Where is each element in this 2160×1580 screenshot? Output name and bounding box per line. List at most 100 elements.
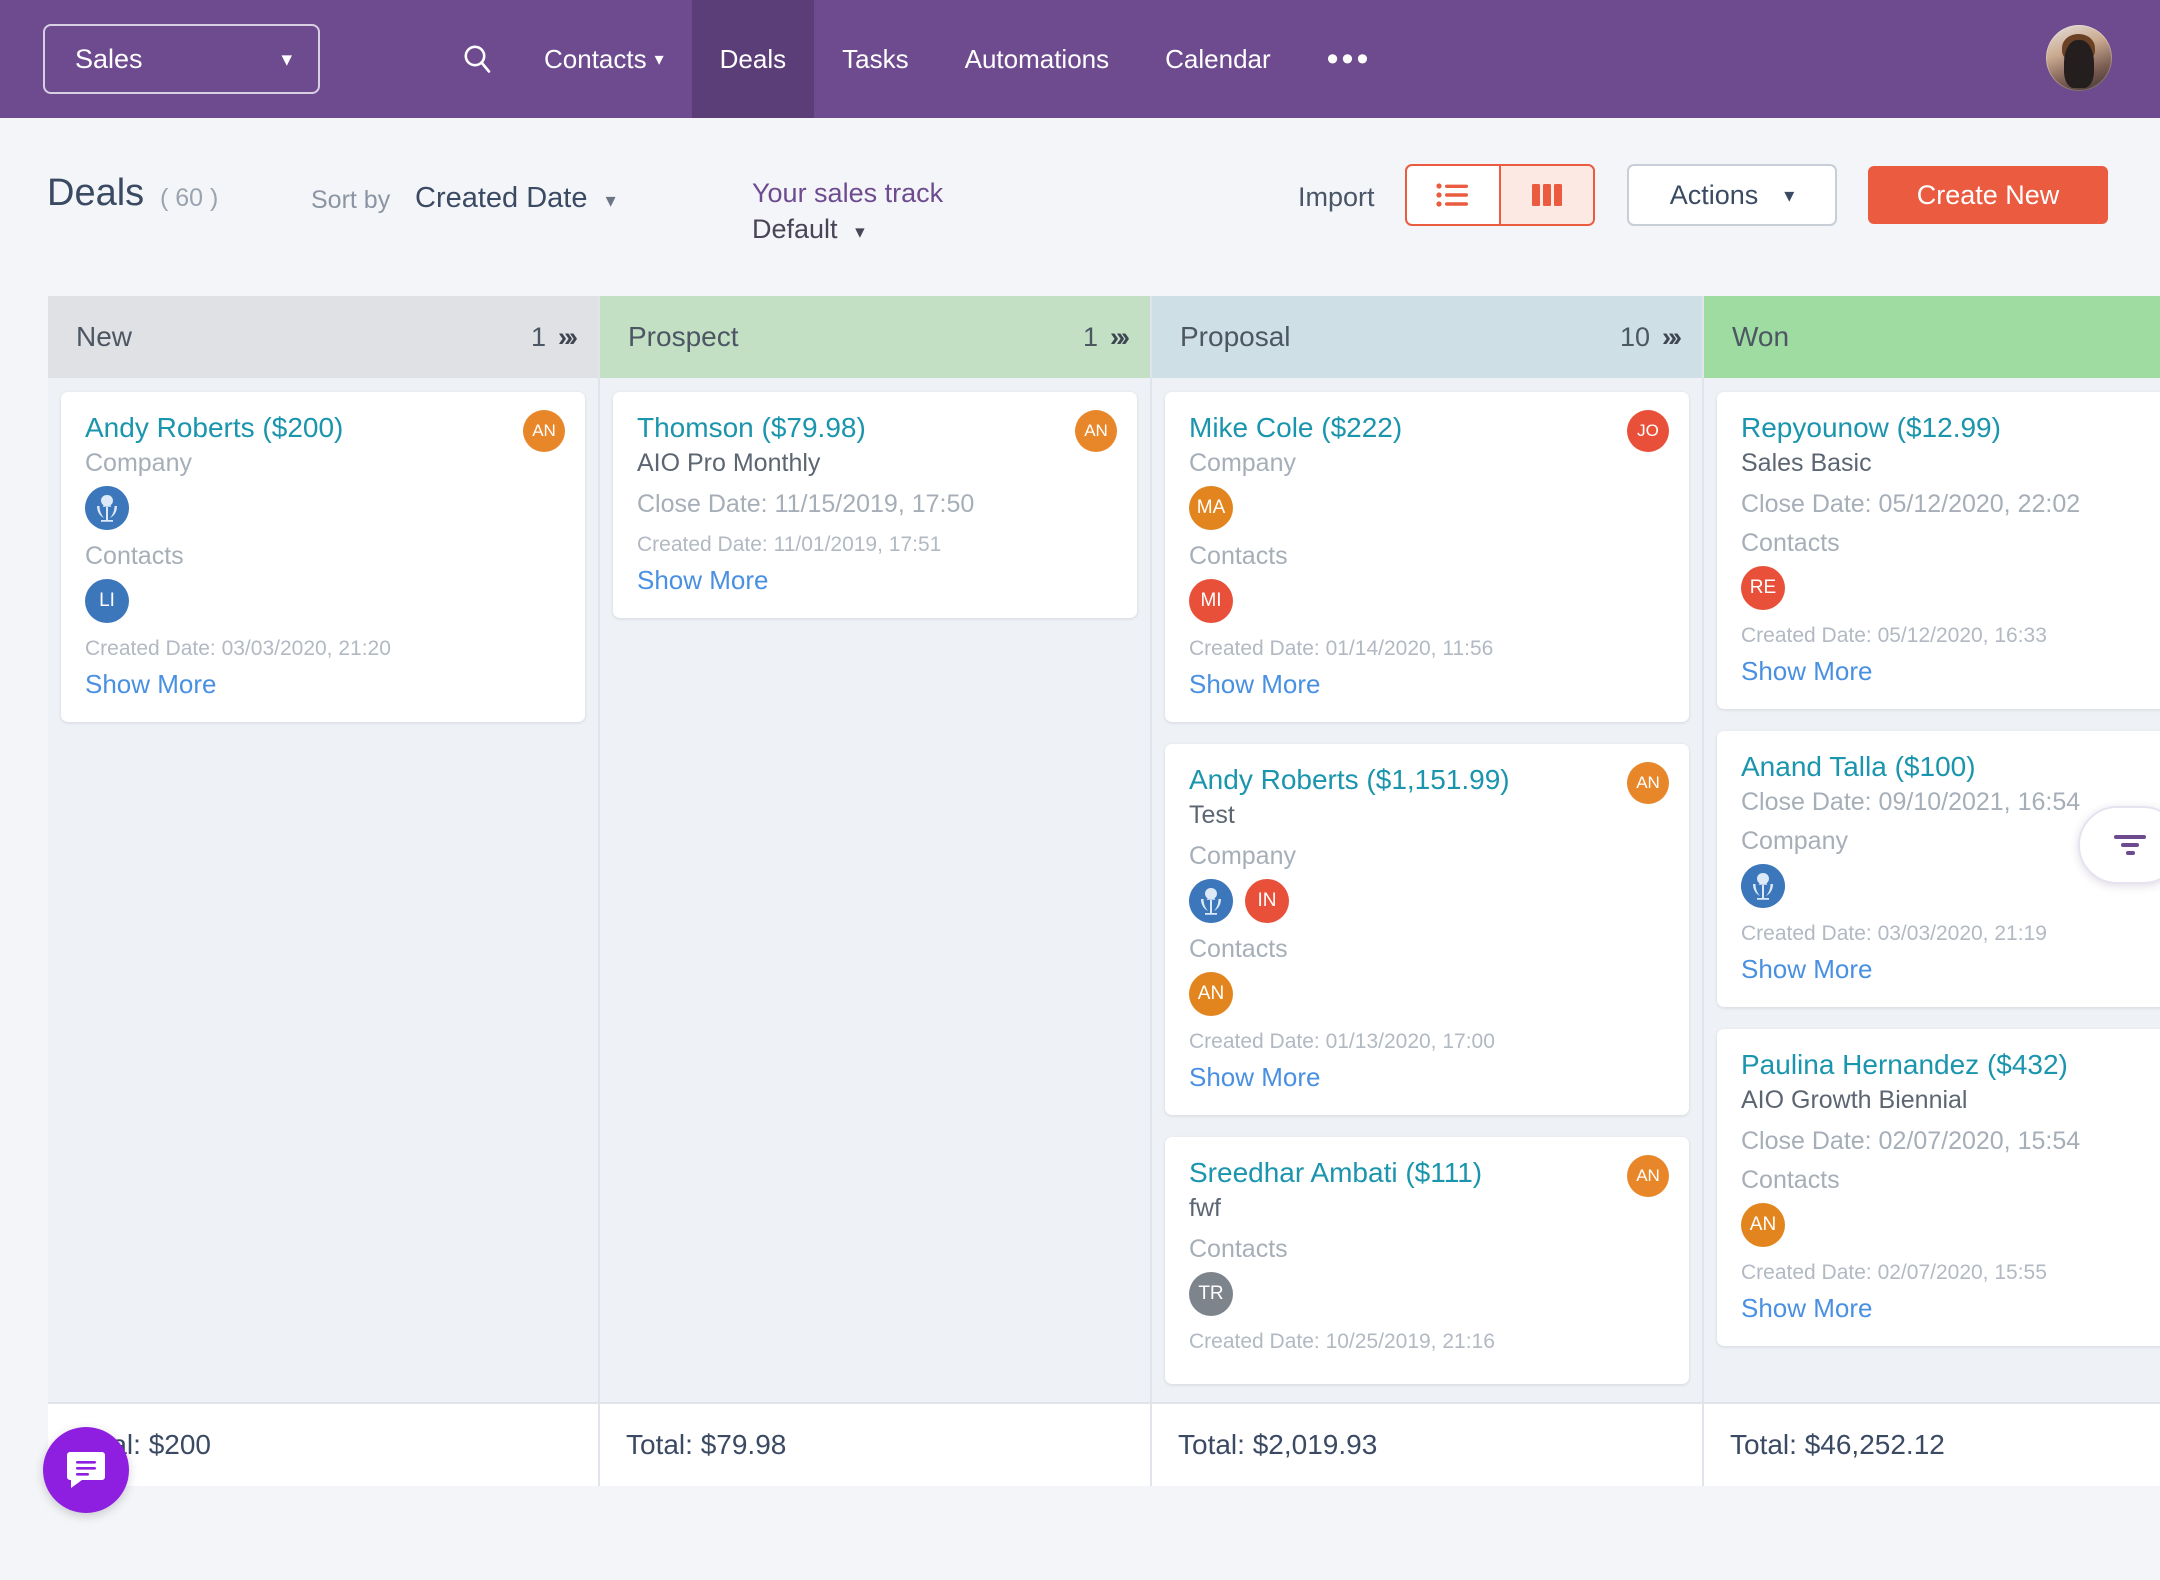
deal-card-title[interactable]: Andy Roberts ($1,151.99): [1189, 764, 1665, 796]
deal-card[interactable]: Andy Roberts ($200) Company Contacts LI Crea…: [61, 392, 585, 722]
chevron-down-icon: ▾: [281, 47, 292, 71]
deal-created-date: Created Date: 03/03/2020, 21:19: [1741, 922, 2047, 945]
column-name: Won: [1732, 321, 1790, 352]
nav-item-deals[interactable]: Deals: [691, 0, 815, 118]
list-view-icon[interactable]: [1407, 166, 1499, 224]
board-column: Prospect 1 »› Thomson ($79.98) AIO Pro Month…: [600, 296, 1152, 1486]
company-label: Company: [1189, 449, 1296, 477]
column-card-list[interactable]: Mike Cole ($222) Company MA Contacts MI Creat…: [1152, 378, 1702, 1402]
avatar[interactable]: [2046, 25, 2112, 91]
show-more-link[interactable]: Show More: [1189, 1062, 1665, 1093]
deal-owner-badge[interactable]: AN: [1075, 410, 1117, 452]
sort-by-value: Created Date: [415, 182, 588, 214]
deal-created-date: Created Date: 01/13/2020, 17:00: [1189, 1030, 1495, 1053]
nav-item-label: Tasks: [842, 43, 909, 74]
nav-item-label: Automations: [964, 43, 1110, 74]
deal-close-date: Close Date: 02/07/2020, 15:54: [1741, 1127, 2081, 1155]
nav-item-calendar[interactable]: Calendar: [1137, 0, 1299, 118]
initials-avatar[interactable]: TR: [1189, 1272, 1233, 1316]
initials-avatar[interactable]: AN: [1741, 1203, 1785, 1247]
import-button[interactable]: Import: [1298, 182, 1375, 213]
advance-stage-chevrons-icon[interactable]: »›: [558, 322, 578, 353]
company-avatar-row: [85, 486, 561, 530]
sort-by-dropdown[interactable]: Created Date ▾: [415, 182, 616, 215]
deal-card[interactable]: Repyounow ($12.99) Sales Basic Close Date:…: [1717, 392, 2160, 709]
deal-card-title[interactable]: Thomson ($79.98): [637, 412, 1113, 444]
initials-avatar[interactable]: MI: [1189, 579, 1233, 623]
company-logo-avatar[interactable]: [85, 486, 129, 530]
deal-card-title[interactable]: Mike Cole ($222): [1189, 412, 1665, 444]
contact-avatar-row: RE: [1741, 566, 2160, 610]
contacts-label: Contacts: [1741, 529, 1840, 557]
nav-item-contacts[interactable]: Contacts ▾: [516, 0, 692, 118]
advance-stage-chevrons-icon[interactable]: »›: [1110, 322, 1130, 353]
chat-bubble-icon[interactable]: [43, 1427, 129, 1513]
show-more-link[interactable]: Show More: [1741, 1293, 2160, 1324]
company-logo-avatar[interactable]: [1741, 864, 1785, 908]
initials-avatar[interactable]: RE: [1741, 566, 1785, 610]
chevron-down-icon: ▾: [1784, 184, 1795, 207]
show-more-link[interactable]: Show More: [1741, 656, 2160, 687]
show-more-link[interactable]: Show More: [637, 565, 1113, 596]
deal-owner-badge[interactable]: JO: [1627, 410, 1669, 452]
column-header-right: 10 »›: [1619, 321, 1682, 353]
avatar-figure: [2064, 39, 2094, 89]
initials-avatar[interactable]: IN: [1245, 879, 1289, 923]
company-label: Company: [85, 449, 192, 477]
board-view-icon[interactable]: [1499, 166, 1593, 224]
deal-card[interactable]: Mike Cole ($222) Company MA Contacts MI Creat…: [1165, 392, 1689, 722]
deal-owner-badge[interactable]: AN: [1627, 762, 1669, 804]
create-new-button[interactable]: Create New: [1868, 166, 2108, 224]
search-icon[interactable]: [440, 0, 516, 118]
show-more-link[interactable]: Show More: [1741, 954, 2160, 985]
sales-track-value: Default: [752, 214, 838, 244]
column-total: Total: $46,252.12: [1704, 1402, 2160, 1486]
column-name: New: [76, 321, 133, 352]
initials-avatar[interactable]: LI: [85, 579, 129, 623]
actions-label: Actions: [1669, 179, 1759, 210]
company-logo-avatar[interactable]: [1189, 879, 1233, 923]
deal-card-title[interactable]: Andy Roberts ($200): [85, 412, 561, 444]
nav-item-automations[interactable]: Automations: [937, 0, 1138, 118]
column-count: 10: [1619, 321, 1650, 352]
deal-card-title[interactable]: Paulina Hernandez ($432): [1741, 1049, 2160, 1081]
deal-card-subtitle: AIO Growth Biennial: [1741, 1086, 1968, 1114]
show-more-link[interactable]: Show More: [1189, 669, 1665, 700]
column-card-list[interactable]: Andy Roberts ($200) Company Contacts LI Crea…: [48, 378, 598, 1402]
column-header-right: 1 »›: [1083, 322, 1130, 353]
app-switcher-dropdown[interactable]: Sales ▾: [43, 24, 320, 94]
deal-card[interactable]: Sreedhar Ambati ($111) fwf Contacts TR Creat…: [1165, 1137, 1689, 1384]
initials-avatar[interactable]: AN: [1189, 972, 1233, 1016]
chevron-down-icon: ▾: [855, 222, 865, 243]
column-name: Prospect: [628, 321, 739, 352]
column-header: Prospect 1 »›: [600, 296, 1150, 378]
deal-card[interactable]: Paulina Hernandez ($432) AIO Growth Bienn…: [1717, 1029, 2160, 1346]
deal-card[interactable]: Andy Roberts ($1,151.99) Test Company IN Con…: [1165, 744, 1689, 1115]
deal-close-date: Close Date: 05/12/2020, 22:02: [1741, 490, 2081, 518]
deal-card-title[interactable]: Anand Talla ($100): [1741, 751, 2160, 783]
company-avatar-row: MA: [1189, 486, 1665, 530]
nav-item-label: Deals: [719, 43, 787, 74]
advance-stage-chevrons-icon[interactable]: »›: [1662, 322, 1682, 353]
filter-funnel-icon[interactable]: [2078, 806, 2160, 884]
initials-avatar[interactable]: MA: [1189, 486, 1233, 530]
deal-card-title[interactable]: Repyounow ($12.99): [1741, 412, 2160, 444]
company-avatar-row: IN: [1189, 879, 1665, 923]
deal-owner-badge[interactable]: AN: [1627, 1155, 1669, 1197]
contacts-label: Contacts: [1189, 935, 1288, 963]
deal-card-title[interactable]: Sreedhar Ambati ($111): [1189, 1157, 1665, 1189]
column-card-list[interactable]: Thomson ($79.98) AIO Pro Monthly Close Dat…: [600, 378, 1150, 1402]
actions-button[interactable]: Actions ▾: [1627, 164, 1837, 226]
column-name: Proposal: [1180, 321, 1291, 352]
show-more-link[interactable]: Show More: [85, 669, 561, 700]
deal-owner-badge[interactable]: AN: [523, 410, 565, 452]
contacts-label: Contacts: [1741, 1166, 1840, 1194]
nav-more-menu-icon[interactable]: •••: [1299, 0, 1400, 118]
deal-card[interactable]: Thomson ($79.98) AIO Pro Monthly Close Dat…: [613, 392, 1137, 618]
board-column: Proposal 10 »› Mike Cole ($222) Company MA Con…: [1152, 296, 1704, 1486]
deal-card-subtitle: AIO Pro Monthly: [637, 449, 821, 477]
column-card-list[interactable]: Repyounow ($12.99) Sales Basic Close Date:…: [1704, 378, 2160, 1402]
deal-created-date: Created Date: 11/01/2019, 17:51: [637, 533, 942, 556]
sales-track-dropdown[interactable]: Default ▾: [752, 214, 865, 245]
nav-item-tasks[interactable]: Tasks: [814, 0, 936, 118]
